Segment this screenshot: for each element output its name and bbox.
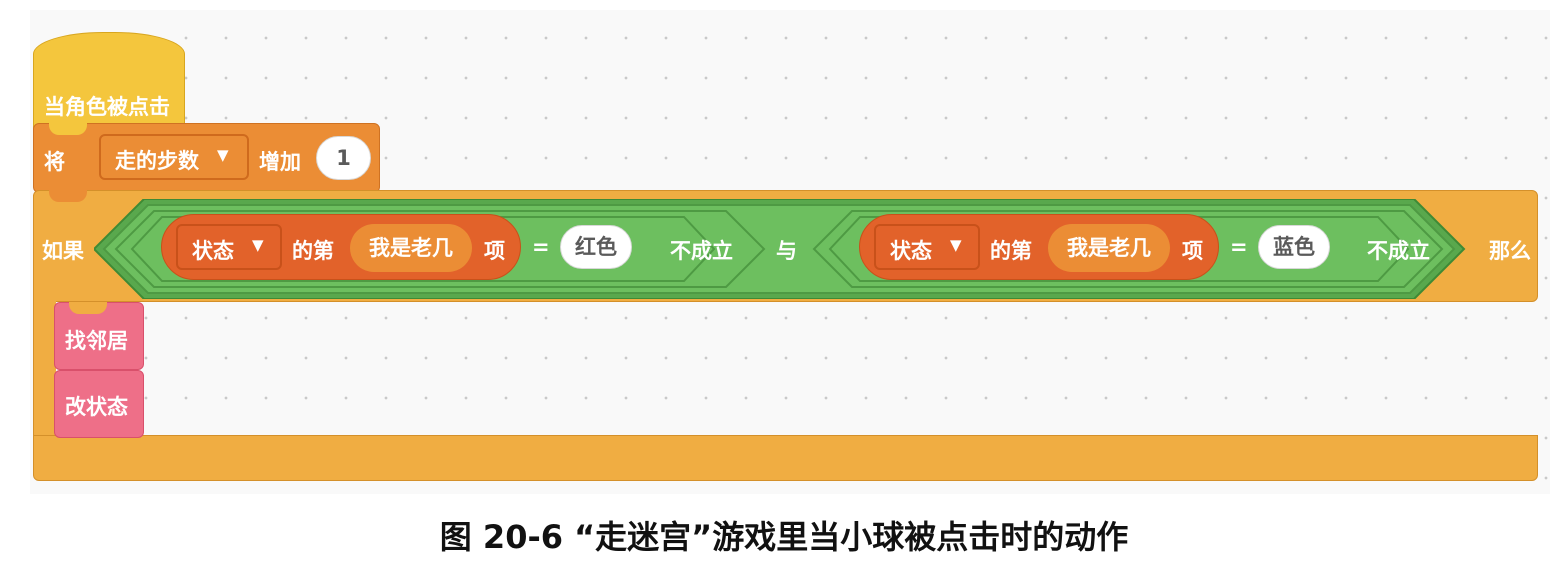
block-notch	[49, 190, 87, 202]
left-item-label: 项	[484, 239, 505, 263]
hat-block-label: 当角色被点击	[44, 95, 170, 119]
change-variable-block[interactable]: 将 走的步数 ▼ 增加 1	[33, 123, 380, 193]
if-block[interactable]: 如果 那么 状态 ▼ 的第 我是老几 项 = 红色 不成立 与 状态 ▼ 的第 …	[33, 190, 1538, 302]
find-neighbors-block[interactable]: 找邻居	[54, 302, 144, 370]
right-not-label: 不成立	[1367, 239, 1430, 263]
left-of-label: 的第	[292, 239, 334, 263]
change-verb-label: 增加	[259, 150, 301, 174]
right-item-label: 项	[1182, 239, 1203, 263]
block-notch	[69, 302, 107, 314]
variable-name: 走的步数	[115, 149, 199, 173]
custom-block-label: 改状态	[65, 395, 128, 419]
left-index-variable[interactable]: 我是老几	[350, 224, 472, 272]
dropdown-arrow-icon: ▼	[950, 236, 962, 254]
left-not-label: 不成立	[670, 239, 733, 263]
left-equals-sign: =	[532, 235, 550, 259]
left-list-name: 状态	[192, 239, 234, 263]
dropdown-arrow-icon: ▼	[252, 236, 264, 254]
right-list-name: 状态	[890, 239, 932, 263]
if-label: 如果	[42, 239, 84, 263]
if-block-arm	[33, 295, 56, 450]
code-workspace[interactable]: 当角色被点击 将 走的步数 ▼ 增加 1 如果 那么 状态 ▼ 的第 我是老几 …	[30, 10, 1550, 494]
and-label: 与	[776, 239, 797, 263]
right-equals-sign: =	[1230, 235, 1248, 259]
right-index-variable[interactable]: 我是老几	[1048, 224, 1170, 272]
left-item-of-list-reporter[interactable]: 状态 ▼ 的第 我是老几 项	[161, 214, 521, 280]
block-notch	[49, 123, 87, 135]
change-amount-input[interactable]: 1	[316, 136, 371, 180]
right-list-dropdown[interactable]: 状态 ▼	[874, 224, 980, 270]
change-prefix-label: 将	[44, 150, 65, 174]
change-state-block[interactable]: 改状态	[54, 370, 144, 438]
if-block-bottom[interactable]	[33, 435, 1538, 481]
left-list-dropdown[interactable]: 状态 ▼	[176, 224, 282, 270]
figure-caption: 图 20-6 “走迷宫”游戏里当小球被点击时的动作	[439, 518, 1129, 556]
dropdown-arrow-icon: ▼	[217, 146, 229, 164]
left-color-input[interactable]: 红色	[560, 225, 632, 269]
custom-block-label: 找邻居	[65, 329, 128, 353]
then-label: 那么	[1489, 239, 1531, 263]
right-color-input[interactable]: 蓝色	[1258, 225, 1330, 269]
right-item-of-list-reporter[interactable]: 状态 ▼ 的第 我是老几 项	[859, 214, 1219, 280]
right-of-label: 的第	[990, 239, 1032, 263]
variable-dropdown[interactable]: 走的步数 ▼	[99, 134, 249, 180]
